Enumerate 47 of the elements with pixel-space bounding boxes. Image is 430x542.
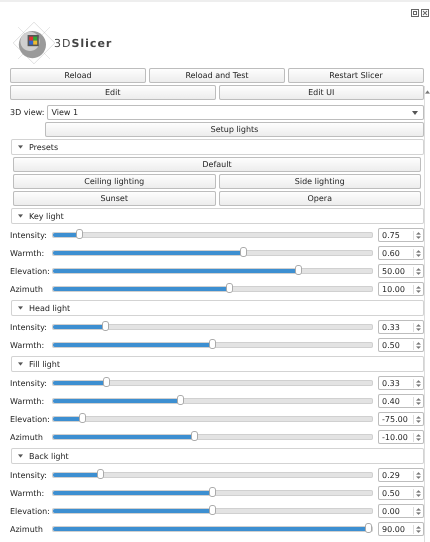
slider-label: Warmth: bbox=[10, 340, 46, 350]
spin-box[interactable]: 0.40 bbox=[378, 394, 424, 408]
spin-box[interactable]: 90.00 bbox=[378, 522, 424, 536]
logo-text: 3DSlicer bbox=[54, 36, 112, 50]
slider-label: Azimuth bbox=[10, 524, 44, 534]
view-dropdown[interactable]: View 1 bbox=[47, 105, 424, 120]
spin-box[interactable]: 10.00 bbox=[378, 282, 424, 296]
section-header[interactable]: Back light bbox=[11, 448, 424, 464]
section-header[interactable]: Key light bbox=[11, 208, 424, 224]
section-header[interactable]: Head light bbox=[11, 300, 424, 316]
view-label: 3D view: bbox=[10, 108, 44, 117]
spin-box[interactable]: 0.00 bbox=[378, 504, 424, 518]
spin-box[interactable]: -75.00 bbox=[378, 412, 424, 426]
spin-box[interactable]: 0.50 bbox=[378, 338, 424, 352]
spin-box[interactable]: 0.75 bbox=[378, 228, 424, 242]
slider-label: Azimuth bbox=[10, 284, 44, 294]
toolbar-button[interactable]: Edit UI bbox=[218, 85, 424, 100]
preset-button[interactable]: Sunset bbox=[13, 191, 216, 206]
setup-lights-button[interactable]: Setup lights bbox=[45, 122, 424, 137]
slider-label: Warmth: bbox=[10, 488, 46, 498]
spin-box[interactable]: 0.50 bbox=[378, 486, 424, 500]
slider-label: Intensity: bbox=[10, 322, 48, 332]
preset-button[interactable]: Opera bbox=[218, 191, 421, 206]
slider-label: Intensity: bbox=[10, 378, 48, 388]
toolbar-button[interactable]: Restart Slicer bbox=[288, 68, 424, 83]
slider-label: Elevation: bbox=[10, 414, 51, 424]
slider-label: Intensity: bbox=[10, 230, 48, 240]
toolbar-button[interactable]: Reload bbox=[10, 68, 146, 83]
preset-button[interactable]: Side lighting bbox=[218, 174, 421, 189]
spin-box[interactable]: 50.00 bbox=[378, 264, 424, 278]
spin-box[interactable]: 0.33 bbox=[378, 376, 424, 390]
spin-box[interactable]: 0.60 bbox=[378, 246, 424, 260]
slider-label: Azimuth bbox=[10, 432, 44, 442]
slider-label: Elevation: bbox=[10, 506, 51, 516]
slider-label: Intensity: bbox=[10, 470, 48, 480]
toolbar-button[interactable]: Reload and Test bbox=[149, 68, 285, 83]
toolbar-button[interactable]: Edit bbox=[10, 85, 216, 100]
slider-label: Elevation: bbox=[10, 266, 51, 276]
slider-label: Warmth: bbox=[10, 248, 46, 258]
section-header[interactable]: Fill light bbox=[11, 356, 424, 372]
section-header[interactable]: Presets bbox=[11, 139, 424, 155]
slider-label: Warmth: bbox=[10, 396, 46, 406]
spin-box[interactable]: -10.00 bbox=[378, 430, 424, 444]
preset-button[interactable]: Default bbox=[13, 157, 421, 172]
spin-box[interactable]: 0.29 bbox=[378, 468, 424, 482]
preset-button[interactable]: Ceiling lighting bbox=[13, 174, 216, 189]
spin-box[interactable]: 0.33 bbox=[378, 320, 424, 334]
